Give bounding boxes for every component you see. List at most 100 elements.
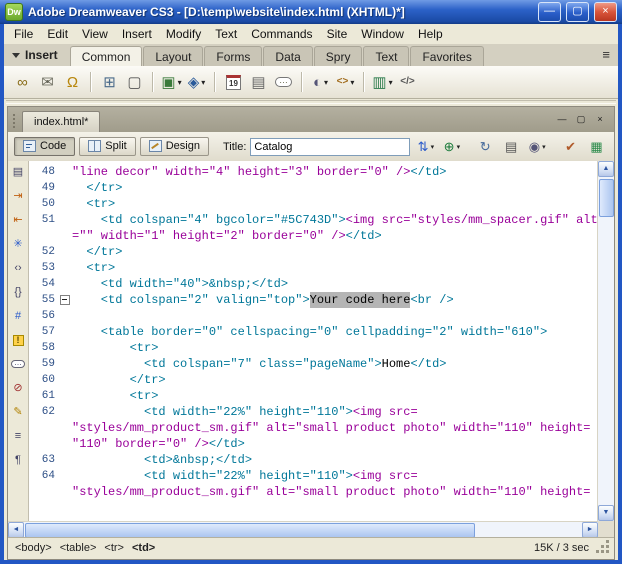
collapse-selection-icon[interactable]: ⇤ [10, 212, 27, 228]
view-options-icon[interactable]: ▤ [500, 136, 523, 157]
code-view-button[interactable]: Code [14, 137, 76, 156]
minimize-button[interactable]: — [538, 2, 561, 22]
open-documents-icon[interactable]: ▤ [10, 164, 27, 180]
scroll-up-icon[interactable]: ▲ [598, 161, 614, 177]
insert-div-icon[interactable]: ▢ [123, 70, 146, 94]
design-view-button[interactable]: Design [139, 137, 209, 156]
validate-markup-icon[interactable]: ✔ [559, 136, 582, 157]
fold-gutter [59, 356, 72, 372]
tag-selector-item[interactable]: <tr> [100, 541, 128, 555]
date-icon[interactable]: 19 [222, 70, 245, 94]
document-tab[interactable]: index.html* [22, 111, 101, 132]
email-link-icon[interactable]: ✉ [36, 70, 59, 94]
comment-icon[interactable]: … [272, 70, 295, 94]
format-source-code-icon[interactable]: ¶ [10, 452, 27, 468]
code-editor[interactable]: 48 "line decor" width="4" height="3" bord… [29, 161, 598, 521]
drag-grip-icon[interactable] [13, 114, 18, 128]
insert-tab-forms[interactable]: Forms [204, 46, 263, 66]
menu-item-text[interactable]: Text [208, 25, 244, 44]
menu-item-site[interactable]: Site [320, 25, 355, 44]
insert-tab-common[interactable]: Common [69, 46, 143, 66]
server-side-include-icon[interactable]: ▤ [247, 70, 270, 94]
insert-tab-text[interactable]: Text [363, 46, 410, 66]
code-view[interactable]: ▤ ⇥ ⇤ ✳ ‹› {} #! … ⊘ ✎ ≡ ¶ 48 "line decor" width="4"… [8, 161, 598, 521]
visual-aids-icon[interactable]: ◉ ▾ [526, 136, 549, 157]
code-segment: </tr> [72, 373, 166, 387]
highlight-invalid-code-icon[interactable]: ! [10, 332, 27, 348]
apply-comment-icon[interactable]: … [10, 356, 27, 372]
split-view-button[interactable]: Split [79, 137, 136, 156]
document-size-info: 15K / 3 sec [533, 542, 589, 554]
code-segment: <table border="0" cellspacing="0" cellpa… [72, 325, 548, 339]
templates-icon[interactable]: ▥ ▾ [371, 70, 394, 94]
vertical-scroll-thumb[interactable] [599, 179, 614, 217]
scroll-left-icon[interactable]: ◄ [8, 522, 24, 538]
vertical-scrollbar[interactable]: ▲ ▼ [597, 161, 614, 521]
images-icon[interactable]: ▣ ▾ [160, 70, 183, 94]
code-fold-icon[interactable] [59, 292, 72, 308]
insert-tab-favorites[interactable]: Favorites [410, 46, 484, 66]
recent-snippets-icon[interactable]: ✎ [10, 404, 27, 420]
fold-gutter [59, 228, 72, 244]
document-restore-button[interactable]: ▢ [573, 113, 589, 127]
line-number: 49 [41, 182, 55, 194]
preview-in-browser-icon[interactable]: ⊕ ▾ [440, 136, 463, 157]
hyperlink-icon[interactable]: ∞ [11, 70, 34, 94]
named-anchor-icon[interactable]: Ω [61, 70, 84, 94]
remove-comment-icon[interactable]: ⊘ [10, 380, 27, 396]
check-browser-compatibility-icon[interactable]: ▦ [585, 136, 608, 157]
menu-item-window[interactable]: Window [354, 25, 411, 44]
document-close-button[interactable]: × [592, 113, 608, 127]
insert-tab-spry[interactable]: Spry [313, 46, 363, 66]
scroll-right-icon[interactable]: ► [582, 522, 598, 538]
tag-selector-item[interactable]: <table> [56, 541, 101, 555]
indent-code-icon[interactable]: ≡ [10, 428, 27, 444]
maximize-button[interactable]: ▢ [566, 2, 589, 22]
head-icon[interactable]: ◐ ▾ [309, 70, 332, 94]
tag-selector-item[interactable]: <body> [11, 541, 56, 555]
menu-item-modify[interactable]: Modify [159, 25, 208, 44]
code-segment: </td> [410, 357, 447, 371]
horizontal-scrollbar[interactable]: ◄ ► [8, 521, 598, 538]
insert-tab-data[interactable]: Data [263, 46, 313, 66]
select-parent-tag-icon[interactable]: ‹› [10, 260, 27, 276]
document-minimize-button[interactable]: — [554, 113, 570, 127]
balance-braces-icon[interactable]: {} [10, 284, 27, 300]
separator [363, 72, 365, 92]
media-icon[interactable]: ◈ ▾ [185, 70, 208, 94]
coding-toolbar: ▤ ⇥ ⇤ ✳ ‹› {} #! … ⊘ ✎ ≡ ¶ [8, 161, 29, 521]
menu-item-view[interactable]: View [75, 25, 115, 44]
menu-item-help[interactable]: Help [411, 25, 450, 44]
menu-item-insert[interactable]: Insert [115, 25, 159, 44]
dropdown-arrow-icon: ▾ [177, 77, 182, 87]
tag-chooser-icon[interactable]: </> [396, 70, 419, 94]
script-icon[interactable]: <> ▾ [334, 70, 357, 94]
table-icon[interactable]: ⊞ [98, 70, 121, 94]
insert-bar-collapse[interactable]: Insert [4, 48, 70, 66]
menu-item-edit[interactable]: Edit [40, 25, 75, 44]
insert-tab-layout[interactable]: Layout [143, 46, 204, 66]
tag-selector-item[interactable]: <td> [128, 541, 159, 555]
menu-item-commands[interactable]: Commands [244, 25, 319, 44]
title-input[interactable] [250, 137, 411, 156]
close-button[interactable]: × [594, 2, 617, 22]
code-segment: <td colspan="2" valign="top"> [72, 293, 310, 307]
refresh-icon[interactable]: ↻ [474, 136, 497, 157]
collapse-full-tag-icon[interactable]: ⇥ [10, 188, 27, 204]
line-number: 60 [41, 374, 55, 386]
file-management-icon[interactable]: ⇅ ▾ [414, 136, 437, 157]
title-field-label: Title: [222, 140, 247, 153]
menu-item-file[interactable]: File [7, 25, 40, 44]
dreamweaver-icon: Dw [5, 3, 23, 21]
line-numbers-icon[interactable]: # [10, 308, 27, 324]
insert-bar-menu-icon[interactable]: ≡ [594, 47, 618, 66]
horizontal-scroll-thumb[interactable] [25, 523, 476, 538]
expand-all-icon[interactable]: ✳ [10, 236, 27, 252]
code-row: 61 <tr> [29, 388, 598, 404]
resize-grip-icon[interactable] [597, 541, 611, 555]
code-view-icon [23, 140, 36, 152]
code-row: 60 </tr> [29, 372, 598, 388]
scroll-down-icon[interactable]: ▼ [598, 505, 614, 521]
line-number: 57 [41, 326, 55, 338]
dropdown-arrow-icon: ▾ [388, 77, 393, 87]
